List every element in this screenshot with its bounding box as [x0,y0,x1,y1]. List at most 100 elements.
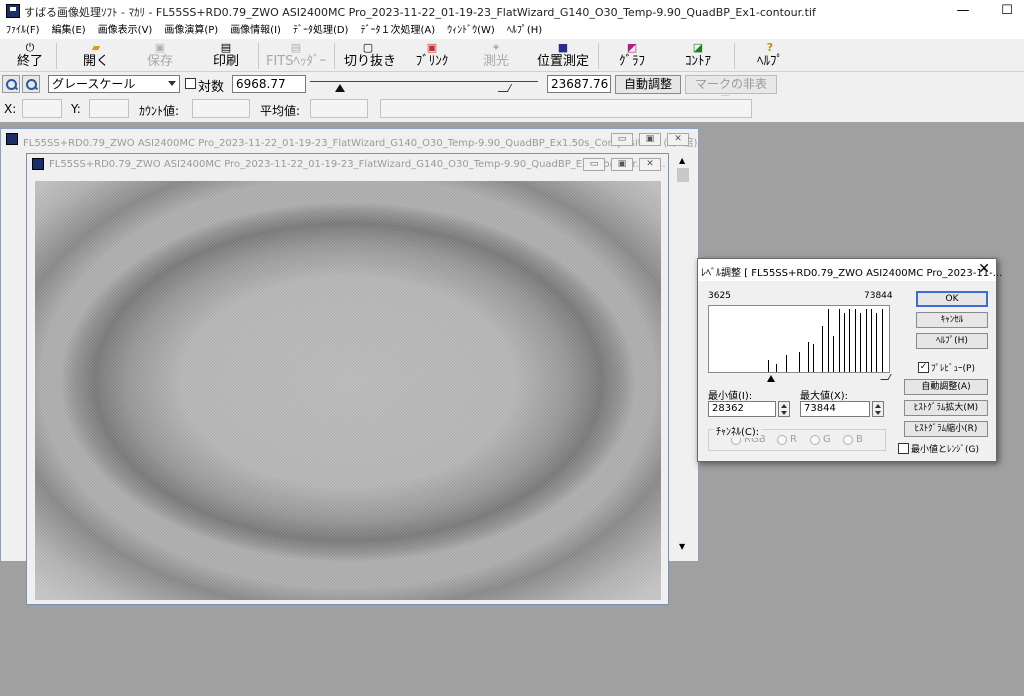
star-field-icon: ■ [557,41,569,54]
zoom-out-icon[interactable] [22,75,40,93]
menu-file[interactable]: ﾌｧｲﾙ(F) [0,22,46,39]
radio-b[interactable] [843,435,853,445]
folder-icon: ▰ [91,41,101,54]
toolbar-separator [734,43,735,69]
crop-button[interactable]: ▢ 切り抜き [344,41,396,71]
minimize-icon[interactable]: ▭ [583,158,605,171]
open-button[interactable]: ▰ 開く [80,41,112,71]
scroll-down-icon[interactable]: ▼ [679,542,685,551]
menu-window[interactable]: ｳｨﾝﾄﾞｳ(W) [441,22,501,39]
dialog-help-button[interactable]: ﾍﾙﾌﾟ(H) [916,333,988,349]
log-scale-label: 対数 [198,80,225,95]
contour-button[interactable]: ◪ ｺﾝﾄｱ [680,41,716,71]
min-level-handle[interactable] [335,84,345,92]
histogram-max-handle[interactable] [880,374,892,380]
print-button[interactable]: ▤ 印刷 [210,41,242,71]
toolbar: ⏻ 終了 ▰ 開く ▣ 保存 ▤ 印刷 ▤ FITSﾍｯﾀﾞｰ ▢ 切り抜き ▣… [0,39,1024,72]
minimize-icon[interactable]: ▭ [611,133,633,146]
histogram [708,305,890,373]
histogram-bar [860,313,861,372]
vertical-scrollbar[interactable]: ▲ ▼ [675,152,692,556]
histogram-shrink-button[interactable]: ﾋｽﾄｸﾞﾗﾑ縮小(R) [904,421,988,437]
contour-image-window[interactable]: FL55SS+RD0.79_ZWO ASI2400MC Pro_2023-11-… [26,153,669,605]
max-label: 最大値(X): [800,391,849,402]
image-noise [35,181,661,600]
header-icon: ▤ [290,41,302,54]
close-icon[interactable]: ✕ [639,158,661,171]
document-icon [6,133,18,145]
display-control-bar: グレースケール 対数 6968.77 23687.76 自動調整 マークの非表示… [0,72,1024,108]
minimize-button[interactable]: — [942,0,984,22]
y-value [89,99,129,118]
preview-checkbox[interactable]: ✓ [918,362,929,373]
histogram-bar [855,309,856,372]
dialog-auto-adjust-button[interactable]: 自動調整(A) [904,379,988,395]
blink-icon: ▣ [426,41,438,54]
max-spinner[interactable] [872,401,884,417]
auto-adjust-button[interactable]: 自動調整 [615,75,681,94]
document-icon [32,158,44,170]
min-range-checkbox[interactable] [898,443,909,454]
message-field [380,99,752,118]
exit-button[interactable]: ⏻ 終了 [12,41,48,71]
scrollbar-thumb[interactable] [677,168,689,182]
hide-marks-button[interactable]: マークの非表示... [685,75,777,108]
histogram-bar [844,313,845,372]
min-label: 最小値(I): [708,391,753,402]
radio-r[interactable] [777,435,787,445]
channel-label: ﾁｬﾝﾈﾙ(C): [714,423,762,438]
preview-label: ﾌﾟﾚﾋﾞｭｰ(P) [931,364,975,374]
contour-window-titlebar[interactable]: FL55SS+RD0.79_ZWO ASI2400MC Pro_2023-11-… [27,154,668,176]
histogram-bar [776,364,777,372]
power-icon: ⏻ [25,41,35,54]
close-icon[interactable]: ✕ [978,261,990,277]
question-icon: ? [766,41,774,54]
menu-image-info[interactable]: 画像情報(I) [224,22,287,39]
radio-g[interactable] [810,435,820,445]
histogram-expand-button[interactable]: ﾋｽﾄｸﾞﾗﾑ拡大(M) [904,400,988,416]
histogram-bar [822,326,823,372]
dialog-titlebar[interactable]: ﾚﾍﾞﾙ調整 [ FL55SS+RD0.79_ZWO ASI2400MC Pro… [698,259,1002,281]
cancel-button[interactable]: ｷｬﾝｾﾙ [916,312,988,328]
menu-help[interactable]: ﾍﾙﾌﾟ(H) [501,22,548,39]
histogram-bar [876,313,877,372]
menu-edit[interactable]: 編集(E) [46,22,92,39]
graph-button[interactable]: ◩ ｸﾞﾗﾌ [614,41,650,71]
display-mode-select[interactable]: グレースケール [48,75,180,93]
menu-data-primary[interactable]: ﾃﾞｰﾀ１次処理(A) [354,22,441,39]
log-scale-checkbox[interactable] [185,78,196,89]
photometry-icon: ✦ [491,41,501,54]
fits-window-titlebar[interactable]: FL55SS+RD0.79_ZWO ASI2400MC Pro_2023-11-… [1,129,698,151]
max-level-input[interactable]: 23687.76 [547,75,611,93]
blink-button[interactable]: ▣ ﾌﾞﾘﾝｸ [412,41,452,71]
max-level-handle[interactable] [497,84,513,92]
astrometry-button[interactable]: ■ 位置測定 [534,41,592,71]
fits-header-button[interactable]: ▤ FITSﾍｯﾀﾞｰ [264,41,328,71]
menu-image-calc[interactable]: 画像演算(P) [158,22,224,39]
menu-data-processing[interactable]: ﾃﾞｰﾀ処理(D) [287,22,355,39]
scroll-up-icon[interactable]: ▲ [679,156,685,165]
restore-icon[interactable]: ▣ [639,133,661,146]
flat-frame-image[interactable] [35,181,661,600]
histogram-min-handle[interactable] [767,375,775,382]
zoom-in-icon[interactable] [2,75,20,93]
toolbar-separator [258,43,259,69]
histogram-bar [828,309,829,372]
histogram-bar [768,360,769,372]
restore-icon[interactable]: ▣ [611,158,633,171]
histogram-max-value: 73844 [864,291,893,301]
save-button[interactable]: ▣ 保存 [144,41,176,71]
contour-window-title: FL55SS+RD0.79_ZWO ASI2400MC Pro_2023-11-… [49,159,666,170]
help-button[interactable]: ? ﾍﾙﾌﾟ [752,41,788,71]
maximize-button[interactable]: ☐ [986,0,1024,22]
menu-view[interactable]: 画像表示(V) [92,22,159,39]
photometry-button[interactable]: ✦ 測光 [480,41,512,71]
ok-button[interactable]: OK [916,291,988,307]
x-value [22,99,62,118]
min-level-input[interactable]: 6968.77 [232,75,306,93]
min-spinner[interactable] [778,401,790,417]
min-value-input[interactable]: 28362 [708,401,776,417]
close-icon[interactable]: ✕ [667,133,689,146]
max-value-input[interactable]: 73844 [800,401,870,417]
window-title: すばる画像処理ｿﾌﾄ - ﾏｶﾘ - FL55SS+RD0.79_ZWO ASI… [24,6,816,19]
